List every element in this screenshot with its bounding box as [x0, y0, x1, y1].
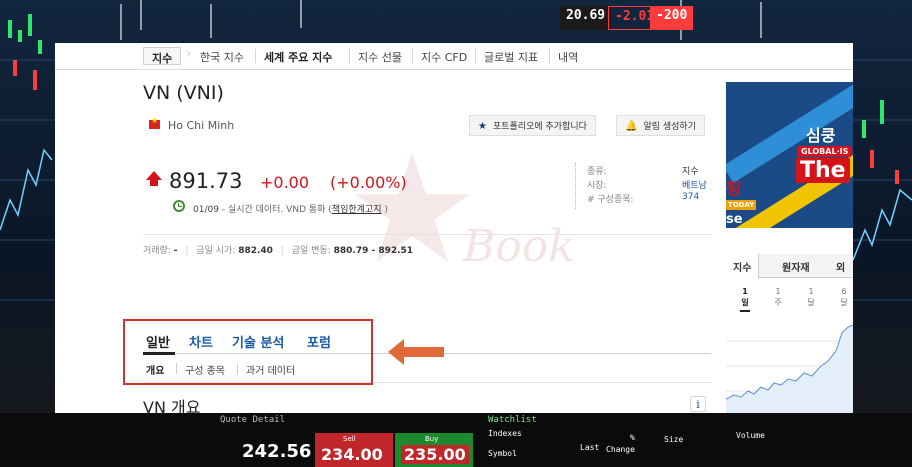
up-arrow-stem	[150, 179, 158, 186]
vietnam-flag-icon	[149, 116, 160, 129]
components-label: # 구성종목:	[587, 195, 634, 205]
nav-tab-world-indices[interactable]: 세계 주요 지수	[264, 49, 332, 65]
watchlist-label: Watchlist	[488, 415, 537, 425]
period-num: 6	[841, 287, 847, 296]
stats-separator: |	[185, 246, 189, 256]
nav-chevron-icon: ›	[186, 46, 192, 62]
info-separator	[575, 163, 576, 209]
realtime-date: 01/09	[193, 205, 219, 215]
period-1-month[interactable]: 1달	[804, 286, 818, 308]
range-value: 880.79 - 892.51	[333, 246, 414, 256]
buy-box: Buy 235.00	[395, 433, 473, 467]
sell-label: Sell	[343, 435, 356, 443]
open-label: 금일 시가:	[196, 246, 236, 256]
background-ticker: 20.69	[560, 6, 612, 30]
range-label: 금일 변동:	[291, 246, 331, 256]
pointer-arrow-icon	[388, 339, 444, 365]
period-num: 1	[775, 287, 781, 296]
mini-index-chart	[726, 324, 853, 413]
investing-page-panel: 지수 › 한국 지수 세계 주요 지수 지수 선물 지수 CFD 글로벌 지표 …	[55, 43, 853, 413]
info-icon[interactable]: i	[690, 396, 706, 412]
last-price: 891.73	[169, 169, 243, 193]
percent-header: %	[630, 433, 635, 442]
nav-tab-index-cfd[interactable]: 지수 CFD	[421, 49, 467, 65]
market-tab-indices[interactable]: 지수	[726, 254, 760, 278]
period-6-month[interactable]: 6달	[837, 286, 851, 308]
highlight-box	[123, 319, 373, 385]
ad-text: se	[726, 212, 743, 227]
nav-tab-history[interactable]: 내역	[558, 49, 578, 65]
volume-value: -	[173, 246, 178, 256]
buy-label: Buy	[425, 435, 439, 443]
nav-separator	[255, 49, 256, 63]
period-1-day[interactable]: 1일	[738, 286, 752, 312]
page-title: VN (VNI)	[143, 82, 224, 104]
nav-separator	[412, 49, 413, 63]
type-value: 지수	[682, 167, 699, 177]
market-label: 시장:	[587, 181, 607, 191]
clock-icon	[173, 200, 185, 212]
bell-icon: 🔔	[625, 121, 638, 132]
market-tab-more[interactable]: 외	[836, 259, 845, 274]
volume-header: Volume	[736, 431, 765, 440]
period-unit: 일	[741, 298, 749, 307]
change-header: Change	[606, 445, 635, 454]
stats-separator: |	[280, 246, 284, 256]
period-num: 1	[742, 287, 748, 296]
market-tabs: 지수 원자재 외	[726, 254, 853, 278]
open-value: 882.40	[238, 246, 273, 256]
market-tab-commodities[interactable]: 원자재	[782, 259, 810, 274]
realtime-close: )	[384, 205, 388, 215]
realtime-note: 01/09 - 실시간 데이터. VND 통화 (책임한계고지 )	[193, 202, 388, 215]
section-title: VN 개요	[143, 398, 201, 413]
add-to-portfolio-button[interactable]: ★ 포트폴리오에 추가합니다	[469, 115, 596, 136]
quote-stats: 거래량: - | 금일 시가: 882.40 | 금일 변동: 880.79 -…	[143, 243, 413, 256]
advertisement-banner[interactable]: 심쿵 GLOBAL·IS The 핑 TODAY se	[726, 82, 853, 228]
add-to-portfolio-label: 포트폴리오에 추가합니다	[492, 122, 587, 132]
period-num: 1	[808, 287, 814, 296]
period-unit: 달	[840, 298, 848, 307]
watermark-text: Book	[463, 221, 575, 272]
disclaimer-link[interactable]: 책임한계고지	[332, 205, 382, 215]
sell-value: 234.00	[321, 445, 383, 464]
create-alert-label: 알림 생성하기	[643, 122, 696, 132]
symbol-header: Symbol	[488, 449, 517, 458]
top-navigation: 지수 › 한국 지수 세계 주요 지수 지수 선물 지수 CFD 글로벌 지표 …	[55, 43, 853, 70]
quote-price: 242.56	[242, 441, 312, 462]
price-change: +0.00	[260, 173, 310, 192]
nav-separator	[349, 49, 350, 63]
ad-text: 심쿵	[806, 126, 836, 145]
size-header: Size	[664, 435, 684, 444]
buy-value: 235.00	[401, 445, 469, 464]
background-bottom-strip: Quote Detail 242.56 Sell 234.00 Buy 235.…	[0, 413, 912, 467]
divider	[143, 234, 711, 235]
nav-separator	[549, 49, 550, 63]
period-1-week[interactable]: 1주	[771, 286, 785, 308]
components-value-link[interactable]: 374	[682, 192, 699, 202]
star-icon: ★	[478, 121, 487, 132]
ad-text: 핑	[726, 179, 741, 198]
market-value-link[interactable]: 베트남	[682, 178, 707, 191]
ad-text: The	[796, 158, 850, 183]
price-change-percent: (+0.00%)	[330, 173, 407, 192]
type-label: 종류:	[587, 167, 607, 177]
period-unit: 달	[807, 298, 815, 307]
create-alert-button[interactable]: 🔔 알림 생성하기	[616, 115, 705, 136]
indexes-label: Indexes	[488, 429, 522, 438]
nav-tab-global-indicators[interactable]: 글로벌 지표	[484, 49, 538, 65]
background-ticker: -200	[650, 6, 694, 30]
ad-text: GLOBAL·IS	[798, 146, 852, 157]
volume-label: 거래량:	[143, 246, 171, 256]
nav-tab-indices[interactable]: 지수	[143, 47, 182, 65]
nav-tab-index-futures[interactable]: 지수 선물	[358, 49, 402, 65]
ad-text: TODAY	[726, 200, 757, 210]
nav-separator	[475, 49, 476, 63]
exchange-location: Ho Chi Minh	[168, 119, 235, 132]
sell-box: Sell 234.00	[315, 433, 393, 467]
quote-detail-label: Quote Detail	[220, 415, 286, 425]
period-unit: 주	[774, 298, 782, 307]
realtime-text: - 실시간 데이터. VND 통화 (	[221, 205, 332, 215]
nav-tab-korea-indices[interactable]: 한국 지수	[200, 49, 244, 65]
last-header: Last	[580, 443, 600, 452]
